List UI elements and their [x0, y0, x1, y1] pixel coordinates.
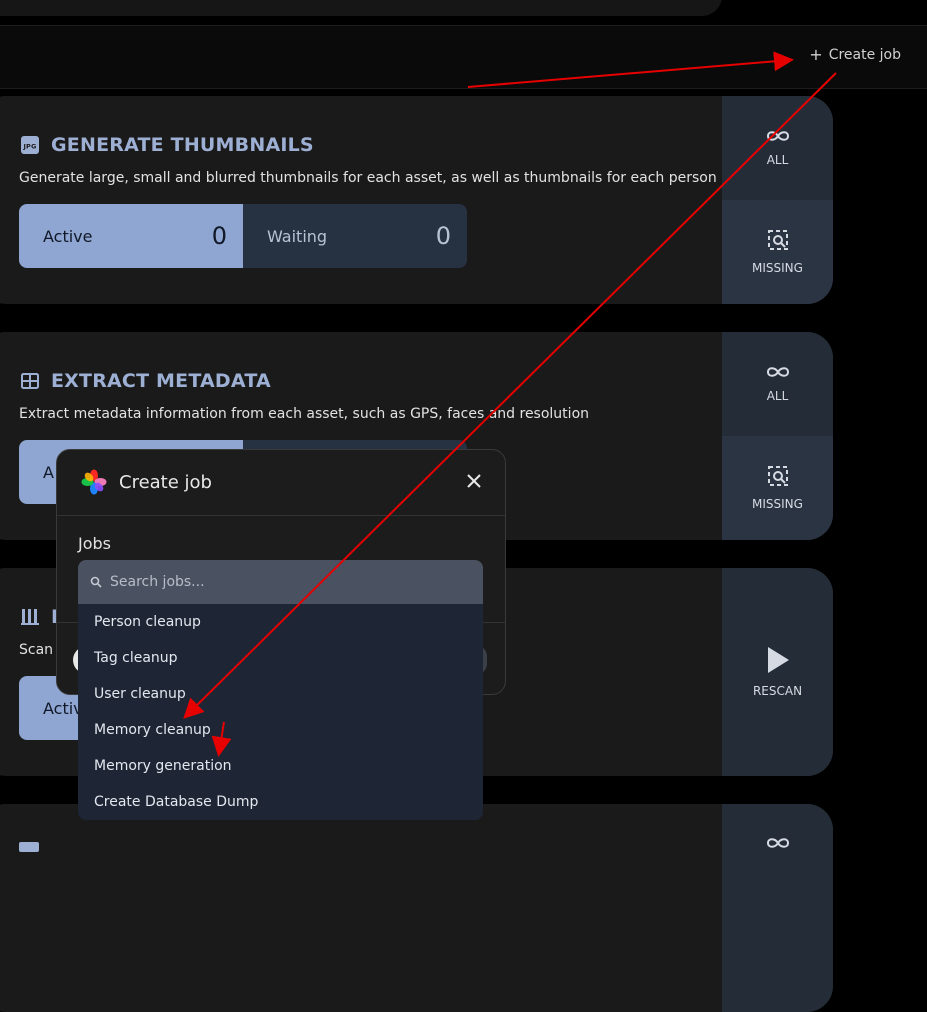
job-description: Generate large, small and blurred thumbn…: [19, 170, 717, 186]
jobs-label: Jobs: [78, 534, 111, 553]
run-all-button[interactable]: ALL: [722, 96, 833, 200]
run-missing-button[interactable]: MISSING: [722, 200, 833, 304]
waiting-stat: Waiting 0: [243, 204, 467, 268]
create-job-button[interactable]: + Create job: [809, 45, 901, 64]
job-icon: [19, 842, 39, 852]
infinity-icon: [766, 131, 789, 141]
close-button[interactable]: [465, 472, 483, 490]
run-missing-button[interactable]: MISSING: [722, 436, 833, 540]
option-person-cleanup[interactable]: Person cleanup: [78, 604, 483, 640]
job-stats: Active 0 Waiting 0: [19, 204, 467, 268]
jpg-file-icon: JPG: [19, 134, 41, 156]
modal-title: Create job: [119, 471, 212, 493]
plus-icon: +: [809, 45, 823, 64]
job-actions: [722, 804, 833, 1012]
job-actions: ALL MISSING: [722, 332, 833, 540]
search-missing-icon: [767, 466, 788, 486]
table-icon: [19, 370, 41, 392]
previous-card-edge: [0, 0, 722, 16]
job-options-list: Person cleanup Tag cleanup User cleanup …: [78, 604, 483, 820]
option-memory-cleanup[interactable]: Memory cleanup: [78, 712, 483, 748]
search-input[interactable]: [108, 573, 472, 591]
rescan-button[interactable]: RESCAN: [722, 568, 833, 776]
option-user-cleanup[interactable]: User cleanup: [78, 676, 483, 712]
job-actions: RESCAN: [722, 568, 833, 776]
option-create-database-dump[interactable]: Create Database Dump: [78, 784, 483, 820]
infinity-icon: [766, 838, 789, 848]
search-icon: [90, 576, 102, 588]
active-stat: Active 0: [19, 204, 243, 268]
job-description: Extract metadata information from each a…: [19, 406, 590, 422]
option-memory-generation[interactable]: Memory generation: [78, 748, 483, 784]
app-logo-icon: [81, 469, 107, 495]
job-description: Scan: [19, 642, 54, 658]
search-missing-icon: [767, 230, 788, 250]
job-title: GENERATE THUMBNAILS: [51, 134, 314, 156]
library-icon: [19, 606, 41, 628]
job-card-next: [0, 804, 833, 1012]
job-title: EXTRACT METADATA: [51, 370, 271, 392]
option-tag-cleanup[interactable]: Tag cleanup: [78, 640, 483, 676]
play-icon: [767, 647, 789, 673]
divider: [57, 515, 505, 516]
create-job-label: Create job: [828, 47, 901, 63]
jobs-header-bar: [0, 25, 927, 89]
run-all-button[interactable]: [722, 804, 833, 908]
svg-text:JPG: JPG: [22, 143, 36, 151]
job-actions: ALL MISSING: [722, 96, 833, 304]
run-all-button[interactable]: ALL: [722, 332, 833, 436]
infinity-icon: [766, 367, 789, 377]
job-search-combobox[interactable]: [78, 560, 483, 604]
job-card-generate-thumbnails: JPG GENERATE THUMBNAILS Generate large, …: [0, 96, 833, 304]
close-icon: [467, 474, 481, 488]
